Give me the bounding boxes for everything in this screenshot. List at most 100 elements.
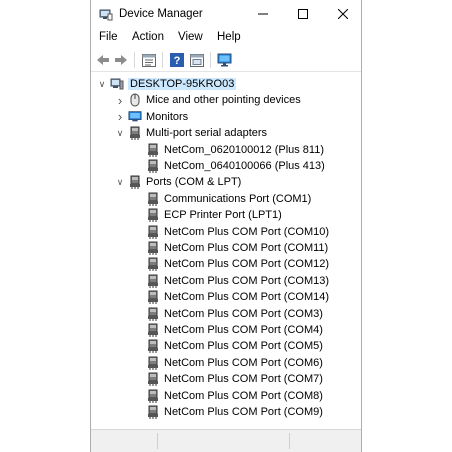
port-icon — [128, 126, 142, 141]
tree-device[interactable]: NetCom Plus COM Port (COM4) — [133, 322, 323, 338]
port-icon — [146, 274, 160, 288]
mouse-icon — [128, 93, 142, 107]
port-icon — [146, 307, 160, 321]
menu-help[interactable]: Help — [217, 31, 241, 43]
port-icon — [146, 290, 160, 305]
forward-button[interactable] — [113, 52, 129, 68]
scan-hardware-button[interactable] — [217, 52, 233, 68]
toolbar: ? — [91, 48, 361, 72]
tree-item-label: Ports (COM & LPT) — [146, 176, 242, 189]
status-bar — [91, 429, 361, 452]
tree-item-label: ECP Printer Port (LPT1) — [164, 209, 282, 222]
tree-device[interactable]: NetCom Plus COM Port (COM11) — [133, 240, 328, 256]
tree-device[interactable]: NetCom Plus COM Port (COM3) — [133, 306, 323, 322]
port-icon — [146, 339, 160, 354]
maximize-icon — [298, 9, 308, 19]
port-icon — [146, 372, 160, 387]
tree-item-label: NetCom Plus COM Port (COM3) — [164, 307, 323, 320]
minimize-button[interactable] — [243, 0, 283, 28]
tree-category[interactable]: ∨ Ports (COM & LPT) — [115, 174, 241, 190]
tree-device[interactable]: NetCom Plus COM Port (COM12) — [133, 256, 329, 272]
device-manager-window: Device Manager File Action View Help ? ∨… — [90, 0, 362, 452]
tree-device[interactable]: NetCom Plus COM Port (COM13) — [133, 273, 329, 289]
help-icon: ? — [170, 53, 184, 67]
tree-device[interactable]: NetCom Plus COM Port (COM7) — [133, 371, 323, 387]
tree-root[interactable]: ∨ DESKTOP-95KRO03 — [97, 76, 237, 92]
port-icon — [146, 405, 160, 419]
menu-file[interactable]: File — [99, 31, 118, 43]
tree-item-label: NetCom Plus COM Port (COM8) — [164, 389, 323, 402]
properties-button[interactable] — [141, 52, 157, 68]
port-icon — [146, 257, 160, 272]
tree-device[interactable]: NetCom_0640100066 (Plus 413) — [133, 158, 325, 174]
tree-device[interactable]: NetCom Plus COM Port (COM5) — [133, 338, 323, 354]
maximize-button[interactable] — [283, 0, 323, 28]
port-icon — [146, 356, 160, 370]
tree-item-label: NetCom Plus COM Port (COM7) — [164, 373, 323, 386]
menu-bar: File Action View Help — [91, 28, 361, 48]
device-manager-app-icon — [99, 7, 113, 21]
tree-item-label: NetCom_0620100012 (Plus 811) — [164, 143, 325, 156]
status-separator — [157, 433, 158, 449]
forward-icon — [115, 55, 127, 65]
tree-item-label: NetCom Plus COM Port (COM13) — [164, 274, 330, 287]
tree-item-label: NetCom Plus COM Port (COM4) — [164, 324, 323, 336]
port-icon — [146, 159, 160, 173]
close-button[interactable] — [323, 0, 361, 28]
close-icon — [338, 9, 348, 19]
tree-device[interactable]: NetCom Plus COM Port (COM9) — [133, 404, 323, 420]
tree-device[interactable]: ECP Printer Port (LPT1) — [133, 207, 282, 223]
tree-device[interactable]: Communications Port (COM1) — [133, 191, 311, 207]
tree-item-label: NetCom Plus COM Port (COM6) — [164, 356, 323, 369]
help-button[interactable]: ? — [169, 52, 185, 68]
chevron-down-icon[interactable]: ∨ — [97, 76, 107, 92]
port-icon — [146, 208, 160, 223]
tree-item-label: NetCom Plus COM Port (COM10) — [164, 225, 330, 238]
tree-device[interactable]: NetCom_0620100012 (Plus 811) — [133, 142, 324, 158]
chevron-down-icon[interactable]: ∨ — [115, 125, 125, 141]
chevron-right-icon[interactable]: › — [115, 92, 125, 108]
tree-item-label: NetCom Plus COM Port (COM14) — [164, 291, 330, 304]
svg-text:?: ? — [174, 55, 181, 67]
show-hidden-button[interactable] — [189, 52, 205, 68]
tree-device[interactable]: NetCom Plus COM Port (COM14) — [133, 289, 329, 305]
monitor-icon — [217, 53, 232, 67]
chevron-right-icon[interactable]: › — [115, 109, 125, 125]
status-separator — [289, 433, 290, 449]
tree-item-label: NetCom Plus COM Port (COM5) — [164, 340, 323, 353]
tree-item-label: NetCom_0640100066 (Plus 413) — [164, 160, 325, 172]
tree-category[interactable]: ∨ Multi-port serial adapters — [115, 125, 267, 141]
computer-icon — [110, 77, 124, 91]
port-icon — [146, 192, 160, 206]
port-icon — [146, 241, 160, 255]
title-bar[interactable]: Device Manager — [91, 0, 361, 28]
toolbar-separator — [162, 52, 163, 68]
port-icon — [128, 175, 142, 190]
tree-item-label: Multi-port serial adapters — [146, 127, 268, 140]
chevron-down-icon[interactable]: ∨ — [115, 174, 125, 190]
monitor-icon — [128, 110, 142, 124]
menu-view[interactable]: View — [178, 31, 203, 43]
port-icon — [146, 143, 160, 157]
tree-category[interactable]: › Monitors — [115, 109, 188, 125]
tree-device[interactable]: NetCom Plus COM Port (COM10) — [133, 224, 329, 240]
port-icon — [146, 389, 160, 403]
menu-action[interactable]: Action — [132, 31, 164, 43]
tree-category[interactable]: › Mice and other pointing devices — [115, 92, 301, 108]
back-button[interactable] — [95, 52, 111, 68]
tree-item-label: NetCom Plus COM Port (COM11) — [164, 242, 329, 254]
tree-item-label: Mice and other pointing devices — [146, 94, 301, 107]
tree-device[interactable]: NetCom Plus COM Port (COM8) — [133, 388, 323, 404]
tree-device[interactable]: NetCom Plus COM Port (COM6) — [133, 355, 323, 371]
